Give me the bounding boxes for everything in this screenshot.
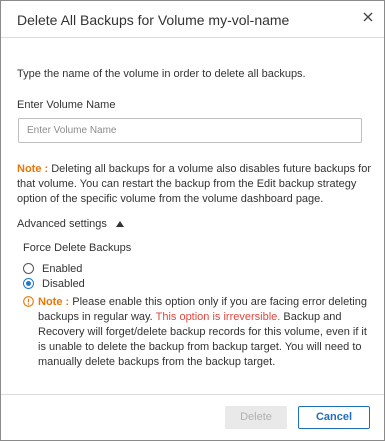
irreversible-text: This option is irreversible. (155, 311, 281, 323)
radio-enabled-control[interactable] (23, 263, 34, 274)
intro-text: Type the name of the volume in order to … (17, 68, 306, 80)
dialog-footer: Delete Cancel (1, 394, 384, 441)
dialog-header: Delete All Backups for Volume my-vol-nam… (1, 1, 384, 38)
dialog-title: Delete All Backups for Volume my-vol-nam… (17, 12, 290, 28)
close-icon[interactable] (361, 10, 375, 24)
volume-name-input[interactable] (18, 118, 362, 143)
volume-name-label: Enter Volume Name (17, 99, 116, 111)
note-body: Deleting all backups for a volume also d… (17, 163, 372, 205)
delete-backups-dialog: Delete All Backups for Volume my-vol-nam… (0, 0, 385, 441)
delete-button[interactable]: Delete (225, 406, 287, 429)
cancel-button[interactable]: Cancel (298, 406, 370, 429)
warning-label: Note : (38, 296, 70, 308)
advanced-settings-label: Advanced settings (17, 218, 107, 230)
force-delete-label: Force Delete Backups (23, 242, 132, 254)
caret-up-icon (115, 221, 124, 228)
advanced-settings-toggle[interactable]: Advanced settings (17, 217, 124, 232)
radio-disabled-control[interactable] (23, 278, 34, 289)
warning-circle-icon (23, 296, 34, 307)
warning-note: Note : Please enable this option only if… (23, 295, 373, 370)
note-text: Note : Deleting all backups for a volume… (17, 162, 373, 207)
radio-disabled-label: Disabled (42, 278, 85, 290)
note-label: Note : (17, 163, 49, 175)
radio-enabled-label: Enabled (42, 263, 83, 275)
